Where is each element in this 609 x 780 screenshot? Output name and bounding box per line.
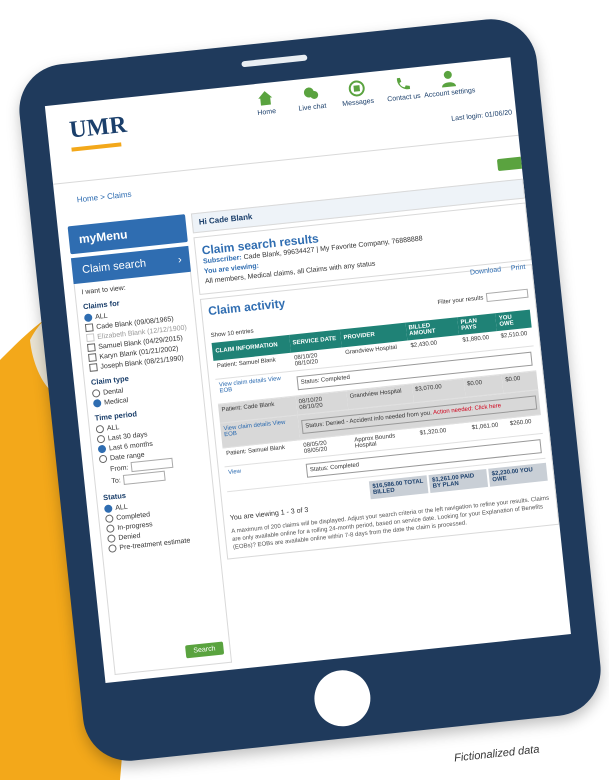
radio[interactable]: [95, 424, 105, 434]
fictionalized-data-caption: Fictionalized data: [453, 743, 541, 765]
radio-selected[interactable]: [103, 504, 113, 514]
checkbox[interactable]: [88, 353, 97, 362]
nav-contact-us-label: Contact us: [386, 92, 422, 104]
main-content: Hi Cade Blank Claim search results Subsc…: [190, 178, 571, 669]
home-icon: [258, 91, 273, 106]
header-action-button[interactable]: [496, 156, 528, 172]
nav-home[interactable]: Home: [244, 87, 287, 118]
tablet-speaker: [241, 54, 308, 68]
messages-icon: [348, 80, 365, 97]
nav-account-settings[interactable]: Account settings: [424, 68, 476, 99]
nav-live-chat-label: Live chat: [298, 102, 327, 113]
radio-selected[interactable]: [92, 398, 102, 408]
checkbox[interactable]: [89, 363, 98, 372]
claims-table: CLAIM INFORMATION SERVICE DATE PROVIDER …: [211, 309, 546, 493]
print-link[interactable]: Print: [511, 264, 526, 272]
phone-icon: [396, 77, 411, 90]
radio[interactable]: [96, 434, 106, 444]
tablet-screen: UMR Home Live chat Messages Contact us A…: [44, 57, 571, 683]
nav-messages-label: Messages: [342, 97, 375, 109]
checkbox-disabled: [85, 333, 95, 343]
nav-messages[interactable]: Messages: [336, 77, 379, 108]
option-label: ALL: [114, 503, 129, 512]
checkbox[interactable]: [86, 343, 96, 353]
option-label: ALL: [106, 423, 120, 432]
option-label: Medical: [103, 396, 129, 407]
radio[interactable]: [104, 514, 114, 524]
option-label: Denied: [118, 532, 141, 542]
radio[interactable]: [91, 388, 101, 398]
chat-icon: [303, 87, 319, 99]
umr-logo[interactable]: UMR: [68, 112, 128, 145]
top-navigation: Home Live chat Messages Contact us Accou…: [244, 68, 476, 118]
claim-activity-panel: Download Print Claim activity Filter you…: [199, 264, 560, 560]
option-label: ALL: [94, 312, 108, 321]
tablet-home-button[interactable]: [311, 667, 374, 730]
site-header: UMR Home Live chat Messages Contact us A…: [44, 57, 519, 185]
action-needed-link[interactable]: Action needed: Click here: [433, 403, 502, 416]
option-label: Dental: [102, 387, 124, 397]
nav-contact-us[interactable]: Contact us: [382, 73, 425, 104]
checkbox[interactable]: [84, 323, 94, 333]
from-label: From:: [109, 463, 129, 473]
radio[interactable]: [107, 534, 116, 543]
status-text: Status: Denied - Accident info needed fr…: [305, 410, 433, 430]
radio[interactable]: [106, 524, 115, 534]
nav-account-settings-label: Account settings: [423, 87, 476, 100]
radio-selected[interactable]: [97, 444, 107, 454]
nav-live-chat[interactable]: Live chat: [290, 82, 333, 113]
nav-home-label: Home: [257, 108, 277, 117]
radio[interactable]: [98, 454, 108, 464]
person-icon: [442, 70, 457, 88]
radio[interactable]: [108, 544, 117, 553]
search-button[interactable]: Search: [184, 641, 225, 659]
last-login: Last login: 01/06/20: [450, 109, 513, 123]
to-date-input[interactable]: [123, 470, 167, 485]
tablet-device: UMR Home Live chat Messages Contact us A…: [14, 14, 606, 766]
breadcrumb[interactable]: Home > Claims: [76, 190, 132, 205]
to-label: To:: [111, 476, 122, 485]
radio-selected[interactable]: [83, 313, 93, 323]
